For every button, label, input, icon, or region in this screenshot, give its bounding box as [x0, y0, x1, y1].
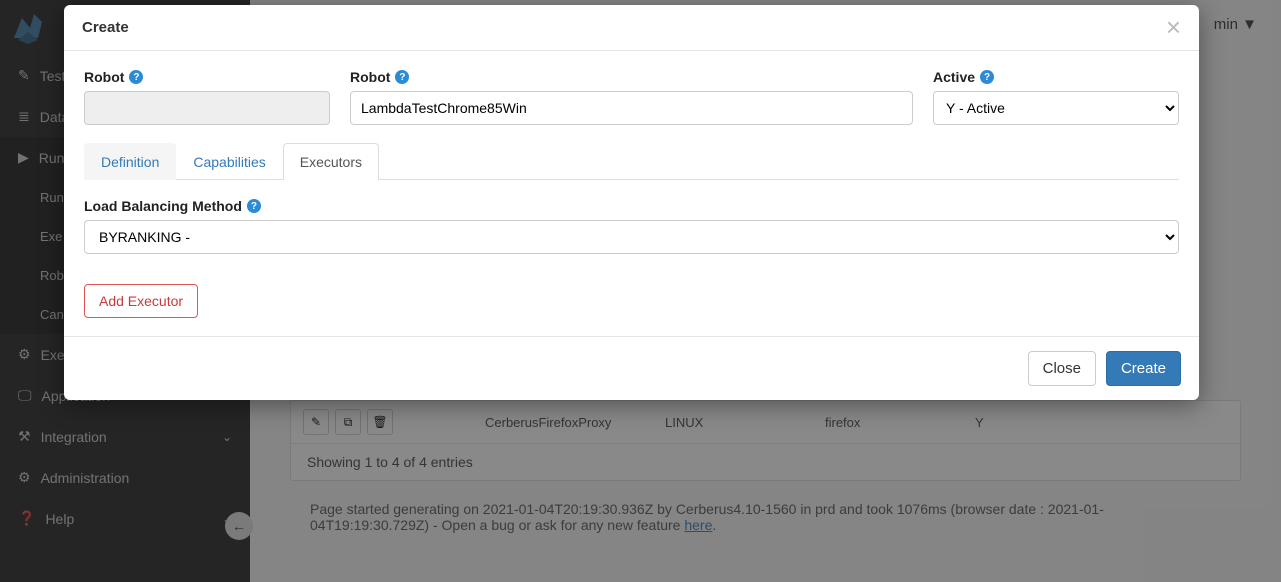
create-button[interactable]: Create [1106, 351, 1181, 386]
robot-id-label: Robot ? [84, 69, 330, 85]
modal-title: Create [82, 19, 129, 36]
active-select[interactable]: Y - Active [933, 91, 1179, 125]
robot-name-label: Robot ? [350, 69, 913, 85]
active-label: Active ? [933, 69, 1179, 85]
label-text: Robot [350, 69, 390, 85]
robot-id-input [84, 91, 330, 125]
close-button[interactable]: Close [1028, 351, 1096, 386]
load-balancing-label: Load Balancing Method ? [84, 198, 1179, 214]
tab-capabilities[interactable]: Capabilities [176, 143, 282, 180]
load-balancing-select[interactable]: BYRANKING - [84, 220, 1179, 254]
create-modal: Create × Robot ? Robot ? Active [64, 5, 1199, 400]
label-text: Robot [84, 69, 124, 85]
help-icon[interactable]: ? [247, 199, 261, 213]
tab-executors[interactable]: Executors [283, 143, 379, 180]
add-executor-button[interactable]: Add Executor [84, 284, 198, 318]
tabs: Definition Capabilities Executors [84, 143, 1179, 180]
help-icon[interactable]: ? [395, 70, 409, 84]
label-text: Active [933, 69, 975, 85]
help-icon[interactable]: ? [129, 70, 143, 84]
tab-definition[interactable]: Definition [84, 143, 176, 180]
close-icon[interactable]: × [1166, 21, 1181, 34]
help-icon[interactable]: ? [980, 70, 994, 84]
robot-name-input[interactable] [350, 91, 913, 125]
label-text: Load Balancing Method [84, 198, 242, 214]
